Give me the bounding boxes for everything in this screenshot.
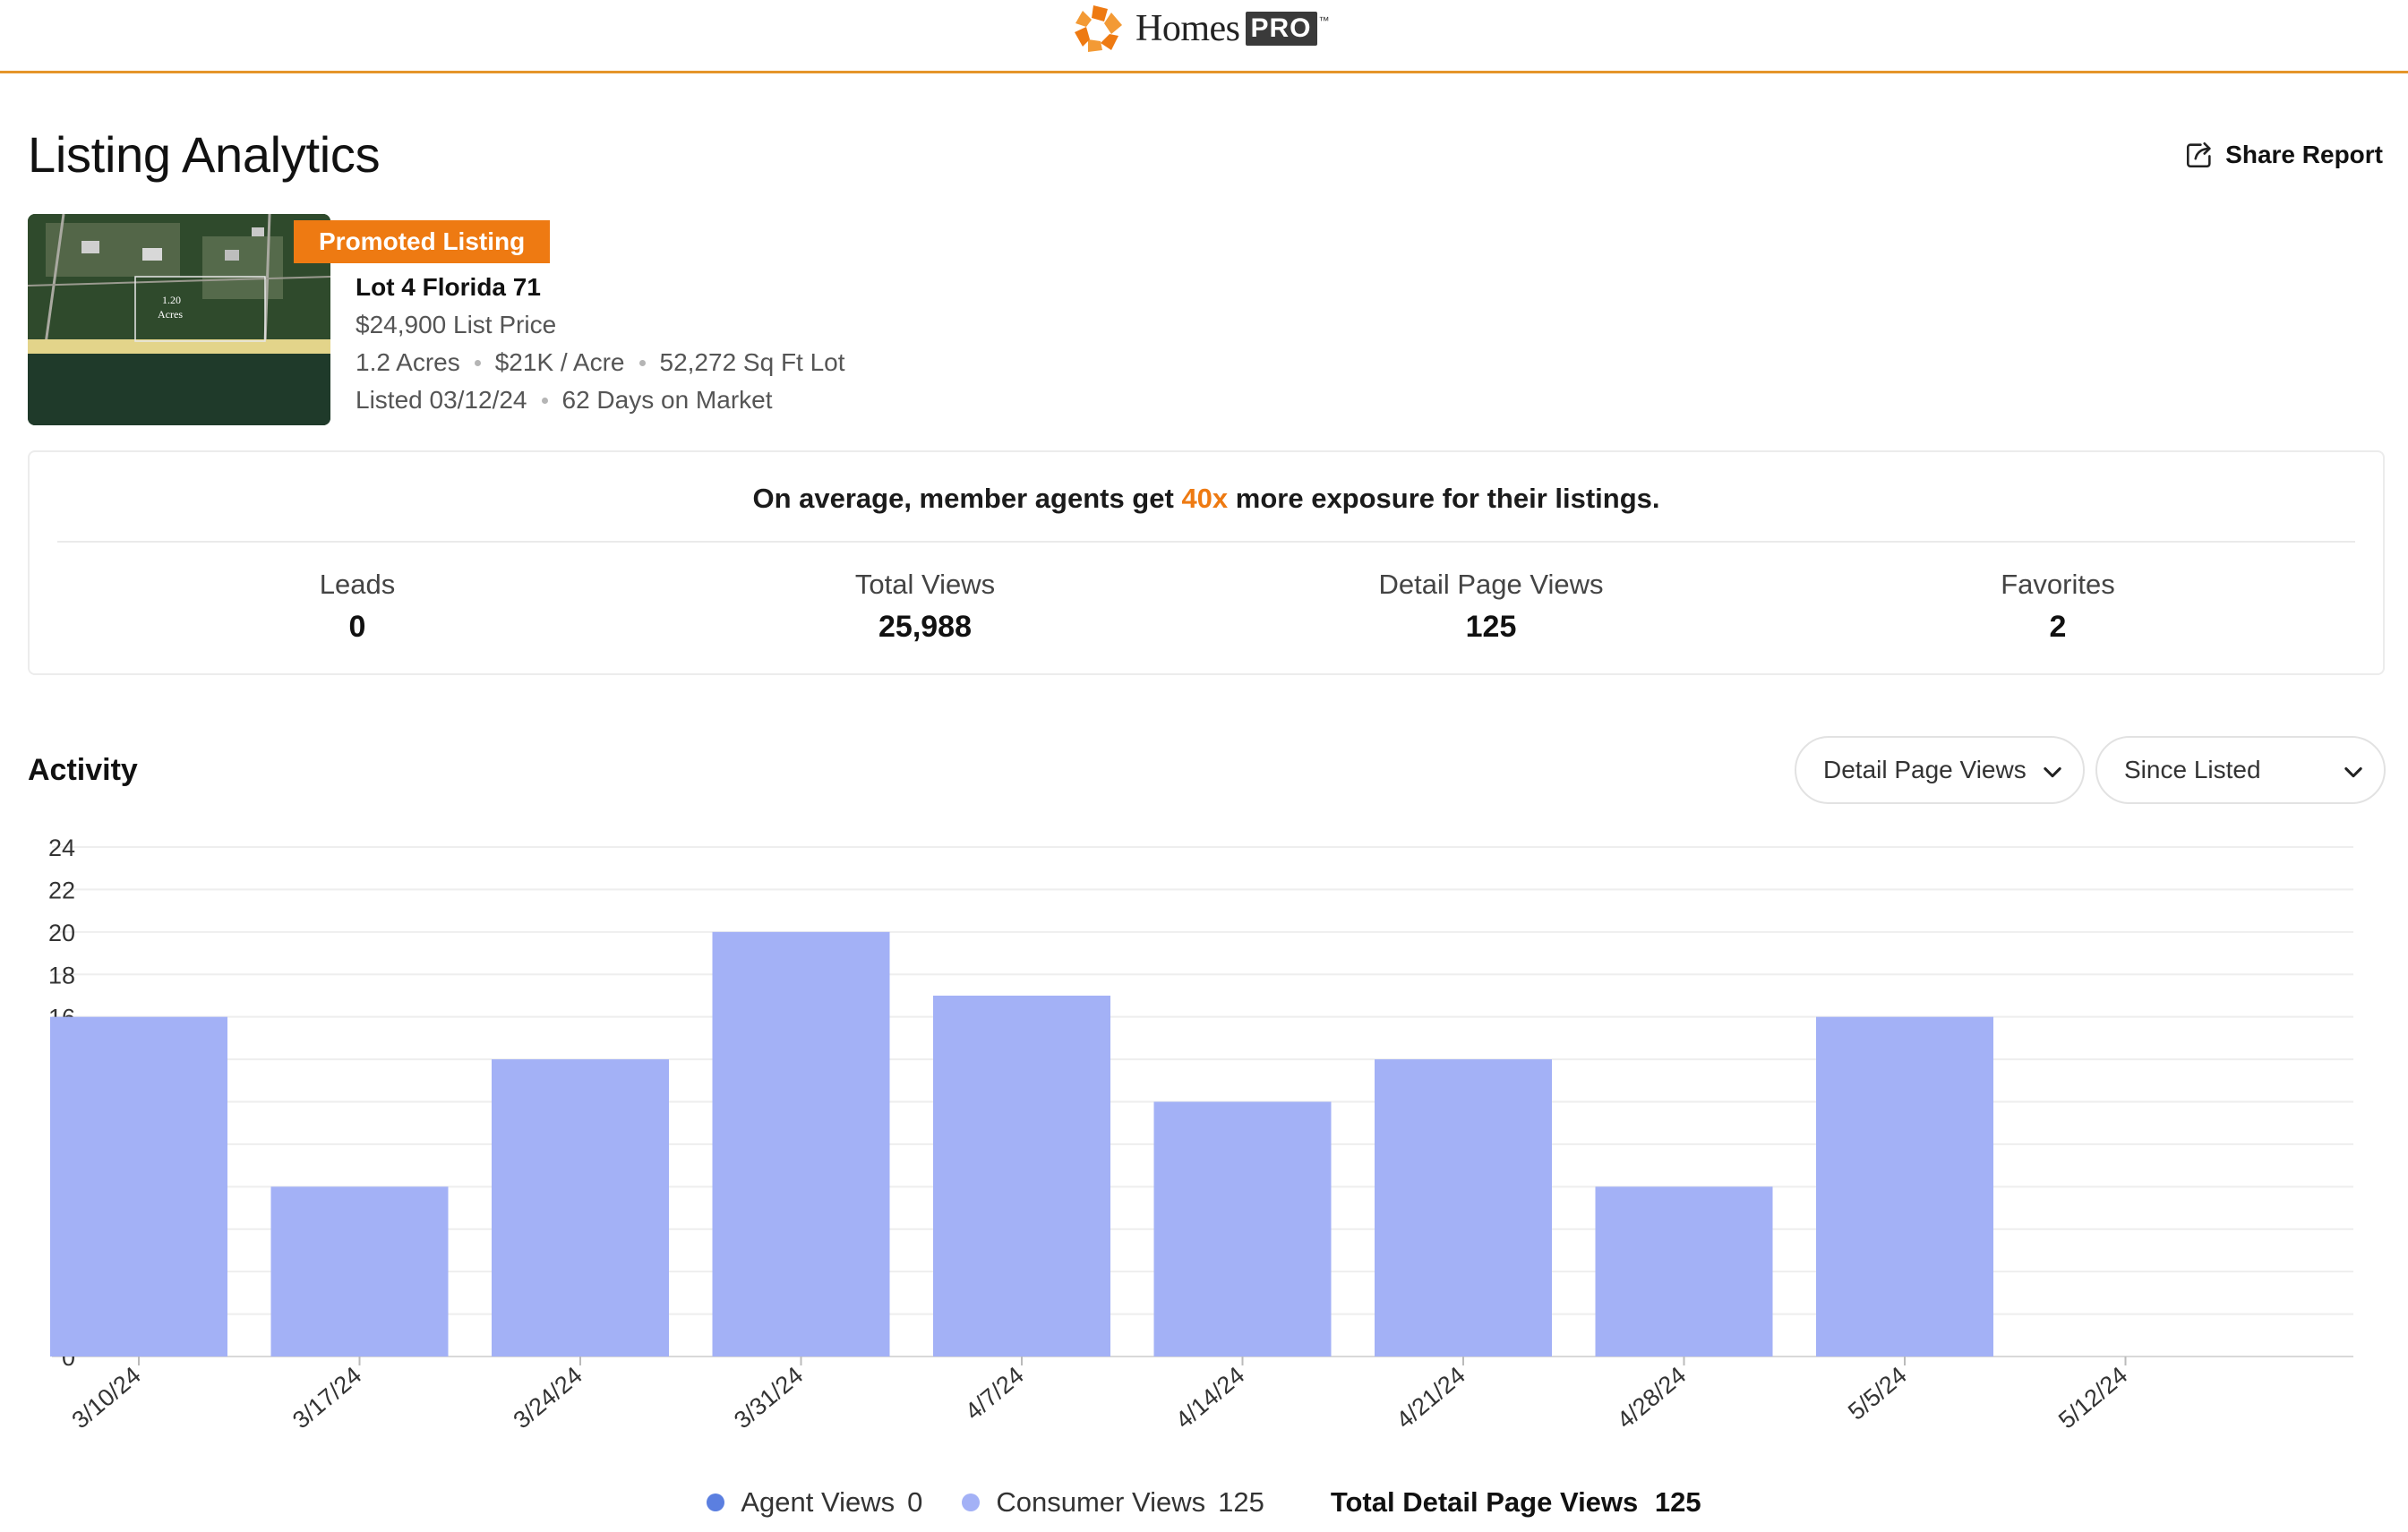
bar-consumer-views <box>712 931 890 1357</box>
listing-price-per-acre: $21K / Acre <box>494 348 625 376</box>
y-tick-label: 18 <box>48 962 75 989</box>
exposure-message-suffix: more exposure for their listings. <box>1228 483 1660 514</box>
bar-consumer-views <box>492 1059 669 1357</box>
stat-detail-page-views: Detail Page Views 125 <box>1312 569 1670 645</box>
exposure-multiplier: 40x <box>1181 483 1229 514</box>
stat-total-views: Total Views 25,988 <box>746 569 1104 645</box>
x-tick-label: 5/5/24 <box>1843 1362 1912 1425</box>
x-tick-label: 4/7/24 <box>960 1362 1029 1425</box>
stat-label: Leads <box>319 569 396 600</box>
stat-label: Favorites <box>2001 569 2115 600</box>
x-tick-label: 3/17/24 <box>287 1362 366 1434</box>
share-icon <box>2187 141 2211 168</box>
x-tick-label: 5/12/24 <box>2053 1362 2132 1434</box>
activity-bar-chart: 0246810121416182022243/10/243/17/243/24/… <box>48 834 2353 1434</box>
metric-dropdown[interactable]: Detail Page Views <box>1795 736 2085 804</box>
brand-pro-badge: PRO <box>1245 12 1317 46</box>
range-dropdown-value: Since Listed <box>2124 756 2261 783</box>
legend-consumer-dot <box>962 1493 981 1511</box>
x-tick-label: 4/21/24 <box>1392 1362 1470 1434</box>
acres-map-label-1: 1.20 <box>162 294 181 306</box>
trademark-symbol: ™ <box>1318 14 1330 27</box>
stat-value: 0 <box>348 610 366 644</box>
legend-total: Total Detail Page Views 125 <box>1331 1486 1701 1519</box>
stat-value: 25,988 <box>878 610 972 644</box>
stat-leads: Leads 0 <box>178 569 536 645</box>
days-on-market: 62 Days on Market <box>561 386 773 414</box>
promoted-listing-badge: Promoted Listing <box>294 220 551 263</box>
chevron-down-icon <box>2044 766 2061 778</box>
bar-consumer-views <box>1375 1059 1552 1357</box>
chevron-down-icon <box>2344 766 2362 778</box>
listing-dates-line: Listed 03/12/24 62 Days on Market <box>356 386 773 415</box>
listing-size-line: 1.2 Acres $21K / Acre 52,272 Sq Ft Lot <box>356 348 845 377</box>
x-tick-label: 4/28/24 <box>1612 1362 1691 1434</box>
y-tick-label: 20 <box>48 920 75 946</box>
listing-acres: 1.2 Acres <box>356 348 460 376</box>
bar-consumer-views <box>1153 1101 1332 1357</box>
stat-label: Detail Page Views <box>1378 569 1604 600</box>
y-tick-label: 24 <box>48 834 75 861</box>
bar-consumer-views <box>270 1186 449 1357</box>
separator-dot <box>541 397 548 404</box>
stat-label: Total Views <box>854 569 996 600</box>
listing-date: Listed 03/12/24 <box>356 386 527 414</box>
metric-dropdown-value: Detail Page Views <box>1823 756 2027 783</box>
stats-panel: On average, member agents get 40x more e… <box>28 450 2385 675</box>
activity-title: Activity <box>28 753 138 787</box>
acres-map-label-2: Acres <box>158 308 183 321</box>
legend-consumer-value: 125 <box>1218 1486 1264 1518</box>
stat-favorites: Favorites 2 <box>1879 569 2237 645</box>
homes-logo-icon <box>1075 5 1122 52</box>
listing-price: $24,900 List Price <box>356 311 557 338</box>
stats-divider <box>57 541 2355 543</box>
page-title: Listing Analytics <box>28 126 381 183</box>
separator-dot <box>474 359 481 366</box>
legend-total-value: 125 <box>1654 1486 1701 1518</box>
stat-value: 2 <box>2049 610 2067 644</box>
x-tick-label: 3/24/24 <box>509 1362 587 1434</box>
share-report-label: Share Report <box>2225 141 2383 168</box>
legend-agent-dot <box>707 1493 725 1511</box>
bar-consumer-views <box>1595 1186 1773 1357</box>
legend-consumer-views[interactable]: Consumer Views 125 <box>962 1486 1264 1519</box>
chart-legend: Agent Views 0 Consumer Views 125 Total D… <box>0 1486 2408 1519</box>
x-tick-label: 3/10/24 <box>67 1362 146 1434</box>
aerial-map-image: 1.20 Acres <box>28 214 330 425</box>
legend-consumer-label: Consumer Views <box>996 1486 1206 1518</box>
top-bar: Homes PRO ™ <box>0 0 2408 73</box>
bar-consumer-views <box>933 995 1110 1357</box>
listing-price-line: $24,900 List Price <box>356 311 556 339</box>
exposure-message: On average, member agents get 40x more e… <box>30 483 2383 515</box>
x-tick-label: 4/14/24 <box>1170 1362 1249 1434</box>
listing-name[interactable]: Lot 4 Florida 71 <box>356 273 541 302</box>
legend-total-label: Total Detail Page Views <box>1330 1486 1639 1518</box>
y-tick-label: 22 <box>48 877 75 903</box>
share-report-button[interactable]: Share Report <box>2184 140 2383 170</box>
listing-thumbnail[interactable]: 1.20 Acres <box>28 214 330 425</box>
legend-agent-views[interactable]: Agent Views 0 <box>707 1486 922 1519</box>
legend-agent-value: 0 <box>907 1486 923 1518</box>
legend-agent-label: Agent Views <box>741 1486 896 1518</box>
stat-value: 125 <box>1465 610 1517 644</box>
bar-consumer-views <box>1816 1016 1993 1357</box>
homes-pro-logo[interactable]: Homes PRO ™ <box>1071 0 1330 57</box>
range-dropdown[interactable]: Since Listed <box>2095 736 2386 804</box>
x-tick-label: 3/31/24 <box>729 1362 808 1434</box>
brand-name: Homes <box>1135 8 1240 49</box>
listing-lot-size: 52,272 Sq Ft Lot <box>659 348 845 376</box>
exposure-message-prefix: On average, member agents get <box>752 483 1182 514</box>
separator-dot <box>638 359 646 366</box>
bar-consumer-views <box>50 1016 227 1357</box>
